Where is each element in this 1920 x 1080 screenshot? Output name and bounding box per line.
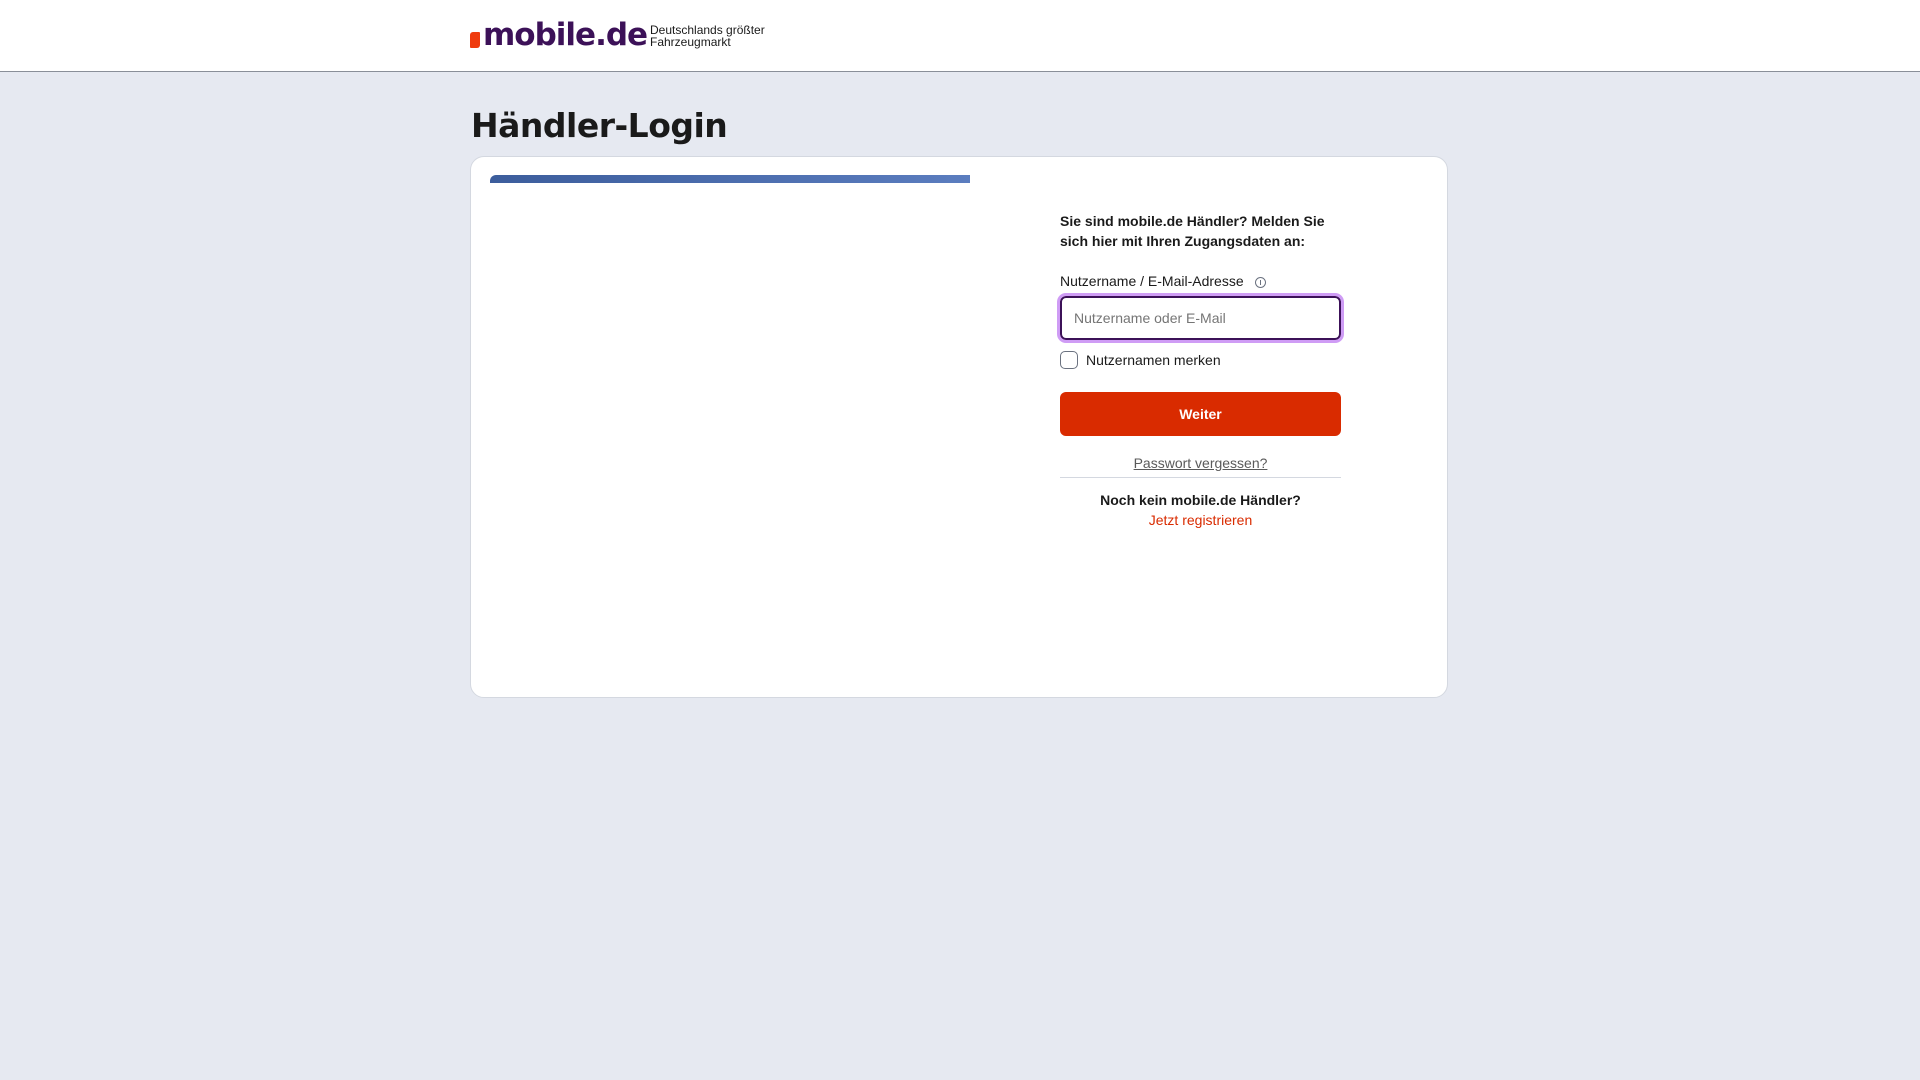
forgot-password-link[interactable]: Passwort vergessen? [1060,454,1341,472]
promo-banner-bar [490,175,970,183]
username-label-row: Nutzername / E-Mail-Adresse [1060,272,1341,290]
logo-mark-icon [470,32,480,48]
username-label: Nutzername / E-Mail-Adresse [1060,273,1244,289]
header-tagline: Deutschlands größter Fahrzeugmarkt [650,24,780,48]
mobile-de-logo[interactable]: mobile.de [470,17,648,53]
page-title: Händler-Login [471,106,728,145]
continue-button[interactable]: Weiter [1060,392,1341,436]
register-link[interactable]: Jetzt registrieren [1060,511,1341,529]
login-intro-text: Sie sind mobile.de Händler? Melden Sie s… [1060,213,1325,249]
tagline-line-2: Fahrzeugmarkt [650,35,731,49]
login-card: Sie sind mobile.de Händler? Melden Sie s… [470,156,1448,698]
logo-text: mobile.de [483,17,648,53]
info-icon[interactable] [1254,276,1266,288]
no-dealer-text: Noch kein mobile.de Händler? [1100,492,1301,508]
remember-username-row[interactable]: Nutzernamen merken [1060,351,1341,369]
remember-username-label[interactable]: Nutzernamen merken [1086,352,1221,368]
login-form: Sie sind mobile.de Händler? Melden Sie s… [1057,211,1344,529]
username-input[interactable] [1057,293,1344,343]
divider [1060,477,1341,478]
site-header: mobile.de Deutschlands größter Fahrzeugm… [0,0,1920,72]
remember-username-checkbox[interactable] [1060,351,1078,369]
